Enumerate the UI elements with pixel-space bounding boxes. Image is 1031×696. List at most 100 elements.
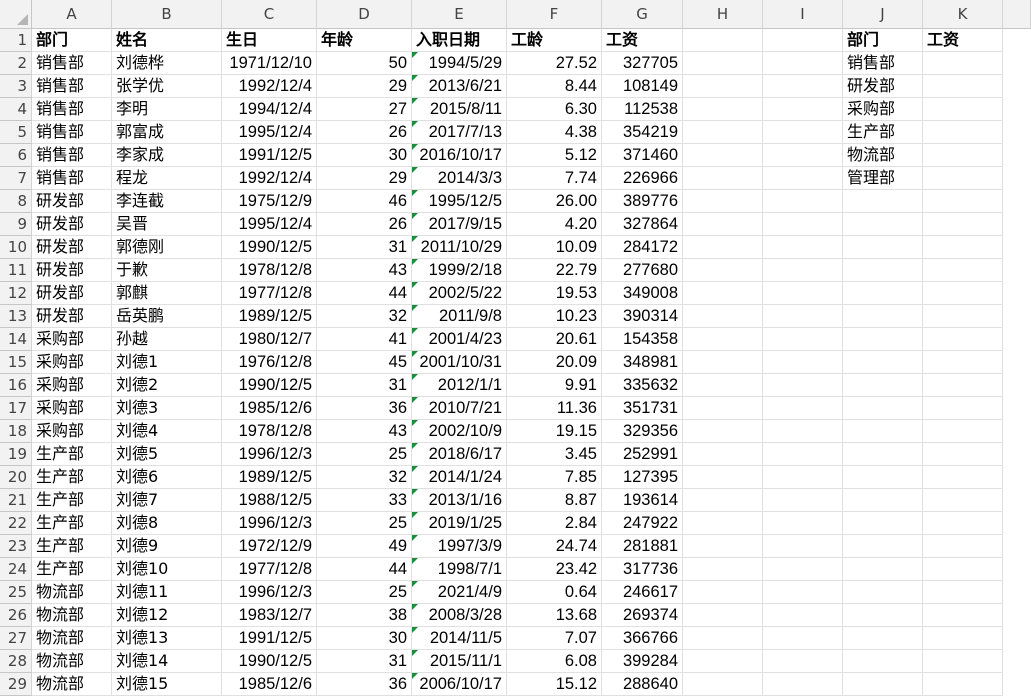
row-header-14[interactable]: 14 <box>0 328 32 351</box>
cell-f17[interactable]: 11.36 <box>507 397 602 420</box>
cell-c26[interactable]: 1983/12/7 <box>222 604 317 627</box>
row-header-12[interactable]: 12 <box>0 282 32 305</box>
cell-g11[interactable]: 277680 <box>602 259 683 282</box>
cell-e14[interactable]: 2001/4/23 <box>412 328 507 351</box>
cell-i21[interactable] <box>763 489 843 512</box>
cell-h17[interactable] <box>683 397 763 420</box>
cell-d9[interactable]: 26 <box>317 213 412 236</box>
cell-f10[interactable]: 10.09 <box>507 236 602 259</box>
row-header-11[interactable]: 11 <box>0 259 32 282</box>
cell-h13[interactable] <box>683 305 763 328</box>
cell-j18[interactable] <box>843 420 923 443</box>
cell-h26[interactable] <box>683 604 763 627</box>
cell-d14[interactable]: 41 <box>317 328 412 351</box>
cell-i23[interactable] <box>763 535 843 558</box>
cell-g10[interactable]: 284172 <box>602 236 683 259</box>
cell-i5[interactable] <box>763 121 843 144</box>
cell-k15[interactable] <box>923 351 1003 374</box>
cell-a19[interactable]: 生产部 <box>32 443 112 466</box>
select-all-corner[interactable] <box>0 0 32 29</box>
cell-b19[interactable]: 刘德5 <box>112 443 222 466</box>
cell-h10[interactable] <box>683 236 763 259</box>
cell-i15[interactable] <box>763 351 843 374</box>
cell-a3[interactable]: 销售部 <box>32 75 112 98</box>
cell-i9[interactable] <box>763 213 843 236</box>
cell-c8[interactable]: 1975/12/9 <box>222 190 317 213</box>
cell-e27[interactable]: 2014/11/5 <box>412 627 507 650</box>
cell-b15[interactable]: 刘德1 <box>112 351 222 374</box>
row-header-18[interactable]: 18 <box>0 420 32 443</box>
cell-f24[interactable]: 23.42 <box>507 558 602 581</box>
cell-e13[interactable]: 2011/9/8 <box>412 305 507 328</box>
cell-i18[interactable] <box>763 420 843 443</box>
cell-b2[interactable]: 刘德桦 <box>112 52 222 75</box>
cell-f6[interactable]: 5.12 <box>507 144 602 167</box>
cell-a22[interactable]: 生产部 <box>32 512 112 535</box>
cell-g14[interactable]: 154358 <box>602 328 683 351</box>
cell-i24[interactable] <box>763 558 843 581</box>
cell-c5[interactable]: 1995/12/4 <box>222 121 317 144</box>
cell-c28[interactable]: 1990/12/5 <box>222 650 317 673</box>
cell-h22[interactable] <box>683 512 763 535</box>
cell-g8[interactable]: 389776 <box>602 190 683 213</box>
cell-e8[interactable]: 1995/12/5 <box>412 190 507 213</box>
cell-c9[interactable]: 1995/12/4 <box>222 213 317 236</box>
cell-a14[interactable]: 采购部 <box>32 328 112 351</box>
cell-h8[interactable] <box>683 190 763 213</box>
column-header-i[interactable]: I <box>763 0 843 29</box>
cell-c6[interactable]: 1991/12/5 <box>222 144 317 167</box>
cell-d8[interactable]: 46 <box>317 190 412 213</box>
column-header-c[interactable]: C <box>222 0 317 29</box>
row-header-19[interactable]: 19 <box>0 443 32 466</box>
cell-b7[interactable]: 程龙 <box>112 167 222 190</box>
row-header-25[interactable]: 25 <box>0 581 32 604</box>
cell-j21[interactable] <box>843 489 923 512</box>
cell-k26[interactable] <box>923 604 1003 627</box>
cell-i4[interactable] <box>763 98 843 121</box>
cell-b17[interactable]: 刘德3 <box>112 397 222 420</box>
cell-e11[interactable]: 1999/2/18 <box>412 259 507 282</box>
cell-b23[interactable]: 刘德9 <box>112 535 222 558</box>
cell-k3[interactable] <box>923 75 1003 98</box>
cell-f4[interactable]: 6.30 <box>507 98 602 121</box>
cell-i27[interactable] <box>763 627 843 650</box>
cell-d21[interactable]: 33 <box>317 489 412 512</box>
cell-c25[interactable]: 1996/12/3 <box>222 581 317 604</box>
cell-b20[interactable]: 刘德6 <box>112 466 222 489</box>
cell-d26[interactable]: 38 <box>317 604 412 627</box>
cell-k12[interactable] <box>923 282 1003 305</box>
cell-h16[interactable] <box>683 374 763 397</box>
cell-a21[interactable]: 生产部 <box>32 489 112 512</box>
row-header-7[interactable]: 7 <box>0 167 32 190</box>
cell-h1[interactable] <box>683 29 763 52</box>
cell-a24[interactable]: 生产部 <box>32 558 112 581</box>
cell-c27[interactable]: 1991/12/5 <box>222 627 317 650</box>
cell-j17[interactable] <box>843 397 923 420</box>
cell-k23[interactable] <box>923 535 1003 558</box>
cell-g13[interactable]: 390314 <box>602 305 683 328</box>
cell-j10[interactable] <box>843 236 923 259</box>
cell-a1[interactable]: 部门 <box>32 29 112 52</box>
cell-b11[interactable]: 于歉 <box>112 259 222 282</box>
cell-e7[interactable]: 2014/3/3 <box>412 167 507 190</box>
cell-k5[interactable] <box>923 121 1003 144</box>
cell-f28[interactable]: 6.08 <box>507 650 602 673</box>
cell-d11[interactable]: 43 <box>317 259 412 282</box>
row-header-26[interactable]: 26 <box>0 604 32 627</box>
cell-f14[interactable]: 20.61 <box>507 328 602 351</box>
cell-d3[interactable]: 29 <box>317 75 412 98</box>
cell-c1[interactable]: 生日 <box>222 29 317 52</box>
cell-i7[interactable] <box>763 167 843 190</box>
cell-b25[interactable]: 刘德11 <box>112 581 222 604</box>
cell-a13[interactable]: 研发部 <box>32 305 112 328</box>
cell-j5[interactable]: 生产部 <box>843 121 923 144</box>
cell-b16[interactable]: 刘德2 <box>112 374 222 397</box>
cell-h23[interactable] <box>683 535 763 558</box>
cell-j8[interactable] <box>843 190 923 213</box>
cell-b4[interactable]: 李明 <box>112 98 222 121</box>
cell-f3[interactable]: 8.44 <box>507 75 602 98</box>
cell-j23[interactable] <box>843 535 923 558</box>
cell-c3[interactable]: 1992/12/4 <box>222 75 317 98</box>
cell-g21[interactable]: 193614 <box>602 489 683 512</box>
column-header-g[interactable]: G <box>602 0 683 29</box>
